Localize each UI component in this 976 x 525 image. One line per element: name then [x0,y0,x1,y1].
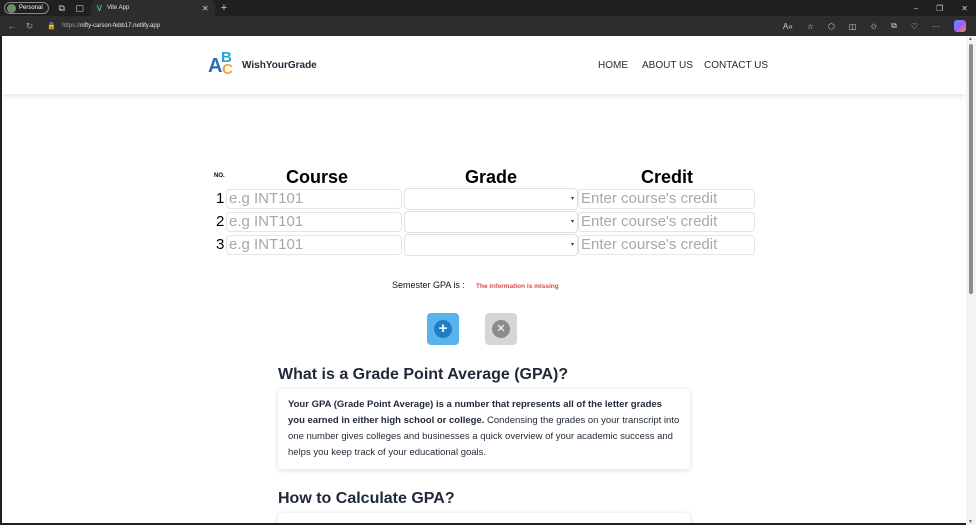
split-screen-icon[interactable]: ◫ [849,22,857,31]
plus-circle-icon: + [434,320,452,338]
section-title-how-to-calculate: How to Calculate GPA? [278,490,455,507]
favorite-star-icon[interactable]: ☆ [807,22,814,31]
close-tab-icon[interactable]: ✕ [202,4,209,13]
vite-logo-icon: V [96,3,103,13]
course-row: 1 e.g INT101 ▾ Enter course's credit [214,188,762,210]
browser-toolbar: A» ☆ ⬡ ◫ ✩ ⧉ ♡ ··· [783,20,966,32]
gpa-error-message: The information is missing [476,283,559,290]
clear-button[interactable]: ✕ [485,313,517,345]
info-card: Your GPA (Grade Point Average) is a numb… [278,389,690,469]
nav-home[interactable]: HOME [598,60,628,71]
x-circle-icon: ✕ [492,320,510,338]
tab-title: Vite App [107,5,130,11]
page-viewport: A B C WishYourGrade HOME ABOUT US CONTAC… [2,36,966,523]
avatar [7,3,16,13]
back-icon[interactable]: ← [6,21,18,31]
chevron-down-icon: ▾ [570,242,574,248]
credit-input[interactable]: Enter course's credit [578,235,755,255]
minimize-icon[interactable]: – [914,4,918,13]
nav-contact-us[interactable]: CONTACT US [704,60,768,71]
profile-label: Personal [19,5,43,11]
info-card [278,513,690,523]
close-window-icon[interactable]: ✕ [961,4,968,13]
row-number: 1 [216,190,225,207]
heart-icon[interactable]: ♡ [911,22,918,31]
favorites-icon[interactable]: ✩ [870,22,877,31]
add-course-button[interactable]: + [427,313,459,345]
course-row: 3 e.g INT101 ▾ Enter course's credit [214,234,762,256]
chevron-down-icon: ▾ [570,219,574,225]
tab-actions-icon[interactable]: ▢ [75,3,85,13]
logo-letter-c: C [222,61,233,78]
section-title-what-is-gpa: What is a Grade Point Average (GPA)? [278,366,569,383]
lock-icon[interactable]: 🔒 [47,22,56,30]
refresh-icon[interactable]: ↻ [24,21,36,32]
credit-input[interactable]: Enter course's credit [578,189,755,209]
column-header-no: NO. [214,173,225,179]
row-number: 2 [216,213,225,230]
browser-tab[interactable]: V Vite App ✕ [90,0,215,16]
scroll-up-icon[interactable]: ▲ [968,36,973,42]
course-row: 2 e.g INT101 ▾ Enter course's credit [214,211,762,233]
brand-name[interactable]: WishYourGrade [242,60,317,71]
grade-select[interactable]: ▾ [404,234,578,256]
address-bar[interactable]: 🔒 https://nifty-carson-febb17.netlify.ap… [43,19,783,33]
profile-button[interactable]: Personal [4,2,49,14]
address-bar-row: ← ↻ 🔒 https://nifty-carson-febb17.netlif… [0,16,976,36]
grade-select[interactable]: ▾ [404,188,578,210]
read-aloud-icon[interactable]: A» [783,22,793,31]
course-input[interactable]: e.g INT101 [226,189,402,209]
grade-select[interactable]: ▾ [404,211,578,233]
new-tab-icon[interactable]: + [221,2,227,14]
copilot-icon[interactable] [954,20,966,32]
scrollbar-thumb[interactable] [969,44,973,294]
window-controls: – ❐ ✕ [914,4,968,13]
collections-icon[interactable]: ⧉ [891,21,897,31]
more-icon[interactable]: ··· [932,22,940,31]
column-header-course: Course [286,167,349,187]
url-host: nifty-carson-febb17.netlify.app [80,23,161,29]
column-header-credit: Credit [641,167,694,187]
course-input[interactable]: e.g INT101 [226,212,402,232]
row-number: 3 [216,236,225,253]
site-header: A B C WishYourGrade HOME ABOUT US CONTAC… [2,36,966,94]
semester-gpa-label: Semester GPA is : [392,280,465,290]
restore-icon[interactable]: ❐ [936,4,943,13]
browser-title-bar: Personal ⧉ ▢ V Vite App ✕ + – ❐ ✕ [0,0,976,16]
column-header-grade: Grade [465,167,518,187]
chevron-down-icon: ▾ [570,196,574,202]
info-card-text: Your GPA (Grade Point Average) is a numb… [278,389,690,469]
credit-input[interactable]: Enter course's credit [578,212,755,232]
workspaces-icon[interactable]: ⧉ [57,3,67,13]
course-input[interactable]: e.g INT101 [226,235,402,255]
extensions-icon[interactable]: ⬡ [828,22,835,31]
nav-about-us[interactable]: ABOUT US [642,60,693,71]
site-logo[interactable]: A B C [208,49,238,79]
url-scheme: https:// [62,23,81,29]
page-scrollbar[interactable]: ▲ ▼ [966,36,976,525]
scroll-down-icon[interactable]: ▼ [968,519,973,525]
